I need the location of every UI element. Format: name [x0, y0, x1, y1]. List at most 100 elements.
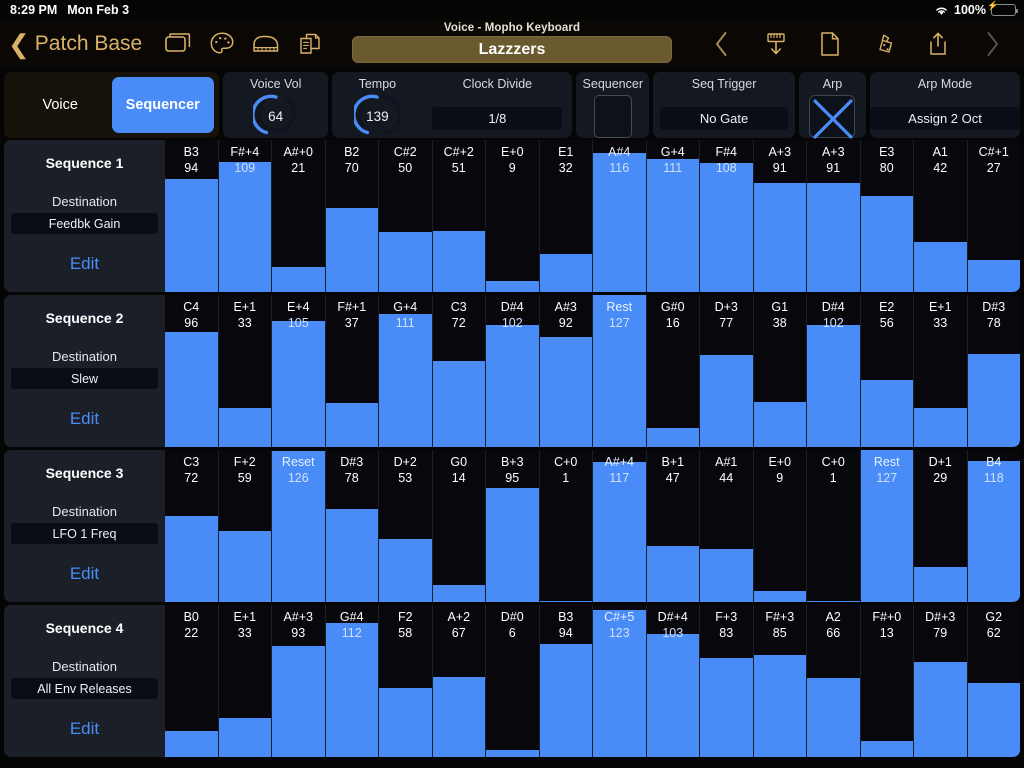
step-cell[interactable]: A#+3 93: [272, 605, 326, 757]
destination-select[interactable]: Slew: [11, 368, 158, 389]
next-patch-chevron-right-icon[interactable]: [970, 25, 1014, 63]
share-icon[interactable]: [916, 25, 960, 63]
step-cell[interactable]: F#+0 13: [860, 605, 914, 757]
edit-button[interactable]: Edit: [70, 254, 99, 274]
step-cell[interactable]: F#+4 109: [218, 140, 272, 292]
step-cell[interactable]: A+2 67: [432, 605, 486, 757]
step-cell[interactable]: A+3 91: [753, 140, 807, 292]
step-cell[interactable]: B+3 95: [486, 450, 540, 602]
palette-icon[interactable]: [200, 25, 244, 63]
step-cell[interactable]: G#0 16: [646, 295, 700, 447]
piano-icon[interactable]: [244, 25, 288, 63]
segment-voice[interactable]: Voice: [9, 77, 112, 133]
step-cell[interactable]: B0 22: [165, 605, 219, 757]
arp-mode-value-button[interactable]: Assign 2 Oct: [870, 107, 1021, 130]
step-cell[interactable]: A#3 92: [539, 295, 593, 447]
back-button[interactable]: ❮ Patch Base: [8, 31, 156, 57]
step-cell[interactable]: D+3 77: [700, 295, 754, 447]
step-cell[interactable]: G2 62: [967, 605, 1020, 757]
step-cell[interactable]: D+2 53: [379, 450, 433, 602]
step-cell[interactable]: D#3 78: [967, 295, 1020, 447]
step-cell[interactable]: D#+4 103: [646, 605, 700, 757]
step-cell[interactable]: E2 56: [860, 295, 914, 447]
prev-patch-chevron-left-icon[interactable]: [700, 25, 744, 63]
step-cell[interactable]: G+4 111: [379, 295, 433, 447]
download-to-synth-icon[interactable]: [754, 25, 798, 63]
step-cell[interactable]: A+3 91: [807, 140, 861, 292]
copy-document-icon[interactable]: [288, 25, 332, 63]
step-cell[interactable]: D#0 6: [486, 605, 540, 757]
step-cell[interactable]: E1 32: [539, 140, 593, 292]
arp-checkbox-checked[interactable]: [809, 95, 856, 139]
step-cell[interactable]: B4 118: [967, 450, 1020, 602]
step-cell[interactable]: C+0 1: [539, 450, 593, 602]
step-value: 79: [933, 626, 948, 640]
seq-trigger-value-button[interactable]: No Gate: [660, 107, 789, 130]
edit-button[interactable]: Edit: [70, 719, 99, 739]
step-cell[interactable]: Rest 127: [593, 295, 647, 447]
edit-button[interactable]: Edit: [70, 564, 99, 584]
patch-name-button[interactable]: Lazzzers: [352, 36, 672, 63]
step-cell[interactable]: A#4 116: [593, 140, 647, 292]
step-cell[interactable]: E+1 33: [218, 295, 272, 447]
step-cell[interactable]: C3 72: [432, 295, 486, 447]
step-bar: [753, 591, 806, 602]
step-cell[interactable]: C#+5 123: [593, 605, 647, 757]
step-cell[interactable]: C#+2 51: [432, 140, 486, 292]
step-cell[interactable]: G0 14: [432, 450, 486, 602]
step-cell[interactable]: B3 94: [539, 605, 593, 757]
voice-vol-knob[interactable]: 64: [252, 93, 299, 137]
step-cell[interactable]: B2 70: [325, 140, 379, 292]
step-cell[interactable]: D#3 78: [325, 450, 379, 602]
step-cell[interactable]: E+1 33: [914, 295, 968, 447]
step-cell[interactable]: A#1 44: [700, 450, 754, 602]
step-cell[interactable]: E+0 9: [486, 140, 540, 292]
step-cell[interactable]: G#4 112: [325, 605, 379, 757]
randomize-icon[interactable]: [862, 25, 906, 63]
step-cell[interactable]: F#+1 37: [325, 295, 379, 447]
step-cell[interactable]: C#+1 27: [967, 140, 1020, 292]
step-cell[interactable]: B3 94: [165, 140, 219, 292]
step-cell[interactable]: F+2 59: [218, 450, 272, 602]
step-note: F#+4: [230, 145, 260, 159]
window-icon[interactable]: [156, 25, 200, 63]
tempo-knob[interactable]: 139: [354, 93, 401, 137]
destination-select[interactable]: All Env Releases: [11, 678, 158, 699]
step-cell[interactable]: C#2 50: [379, 140, 433, 292]
step-cell[interactable]: A#+4 117: [593, 450, 647, 602]
step-cell[interactable]: B+1 47: [646, 450, 700, 602]
step-cell[interactable]: F#+3 85: [753, 605, 807, 757]
step-cell[interactable]: C4 96: [165, 295, 219, 447]
step-cell[interactable]: A2 66: [807, 605, 861, 757]
step-cell[interactable]: E+0 9: [753, 450, 807, 602]
step-cell[interactable]: D#4 102: [807, 295, 861, 447]
step-cell[interactable]: G+4 111: [646, 140, 700, 292]
step-cell[interactable]: C+0 1: [807, 450, 861, 602]
destination-select[interactable]: Feedbk Gain: [11, 213, 158, 234]
step-cell[interactable]: D#+3 79: [914, 605, 968, 757]
step-cell[interactable]: G1 38: [753, 295, 807, 447]
step-cell[interactable]: A1 42: [914, 140, 968, 292]
step-readout: D+1 29: [914, 454, 967, 486]
step-cell[interactable]: Reset 126: [272, 450, 326, 602]
step-cell[interactable]: A#+0 21: [272, 140, 326, 292]
step-cell[interactable]: Rest 127: [860, 450, 914, 602]
clock-divide-value-button[interactable]: 1/8: [432, 107, 563, 130]
step-cell[interactable]: F2 58: [379, 605, 433, 757]
step-cell[interactable]: F+3 83: [700, 605, 754, 757]
edit-button[interactable]: Edit: [70, 409, 99, 429]
step-cell[interactable]: D+1 29: [914, 450, 968, 602]
step-cell[interactable]: E+1 33: [218, 605, 272, 757]
step-value: 78: [986, 316, 1001, 330]
step-note: E+1: [233, 610, 257, 624]
step-cell[interactable]: E+4 105: [272, 295, 326, 447]
step-cell[interactable]: E3 80: [860, 140, 914, 292]
step-cell[interactable]: F#4 108: [700, 140, 754, 292]
step-cell[interactable]: C3 72: [165, 450, 219, 602]
new-document-icon[interactable]: [808, 25, 852, 63]
destination-select[interactable]: LFO 1 Freq: [11, 523, 158, 544]
step-bar: [967, 354, 1020, 447]
segment-sequencer[interactable]: Sequencer: [111, 77, 214, 133]
step-cell[interactable]: D#4 102: [486, 295, 540, 447]
sequencer-checkbox[interactable]: [593, 95, 632, 138]
